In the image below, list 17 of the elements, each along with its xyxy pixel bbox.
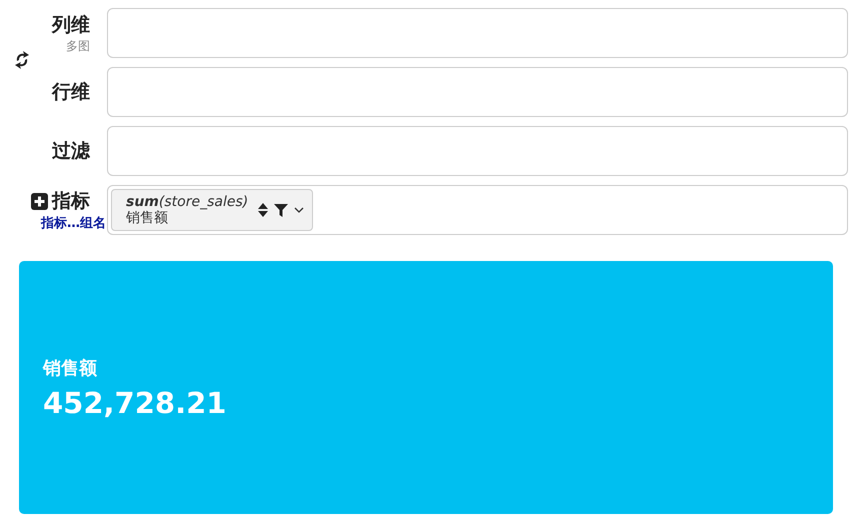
shelf-drop-zone[interactable]: sum(store_sales) 销售额 (107, 185, 848, 235)
add-icon[interactable] (31, 192, 48, 210)
chevron-down-icon[interactable] (294, 207, 304, 213)
shelf-label: 指标 (52, 189, 90, 214)
shelf-label: 行维 (52, 80, 90, 105)
kpi-label: 销售额 (43, 356, 98, 380)
shelf-label: 过滤 (52, 139, 90, 164)
measure-pill[interactable]: sum(store_sales) 销售额 (111, 189, 314, 231)
measure-alias: 销售额 (126, 210, 169, 226)
shelf-label: 列维 (52, 12, 90, 38)
sort-icon[interactable] (258, 203, 268, 217)
group-name-link[interactable]: 指标…组名 (41, 214, 106, 232)
kpi-value: 452,728.21 (43, 386, 228, 420)
swap-icon[interactable] (14, 50, 30, 70)
shelf-sublabel[interactable]: 多图 (66, 38, 90, 54)
filter-icon[interactable] (274, 204, 288, 216)
measure-expression: sum(store_sales) (126, 194, 248, 210)
